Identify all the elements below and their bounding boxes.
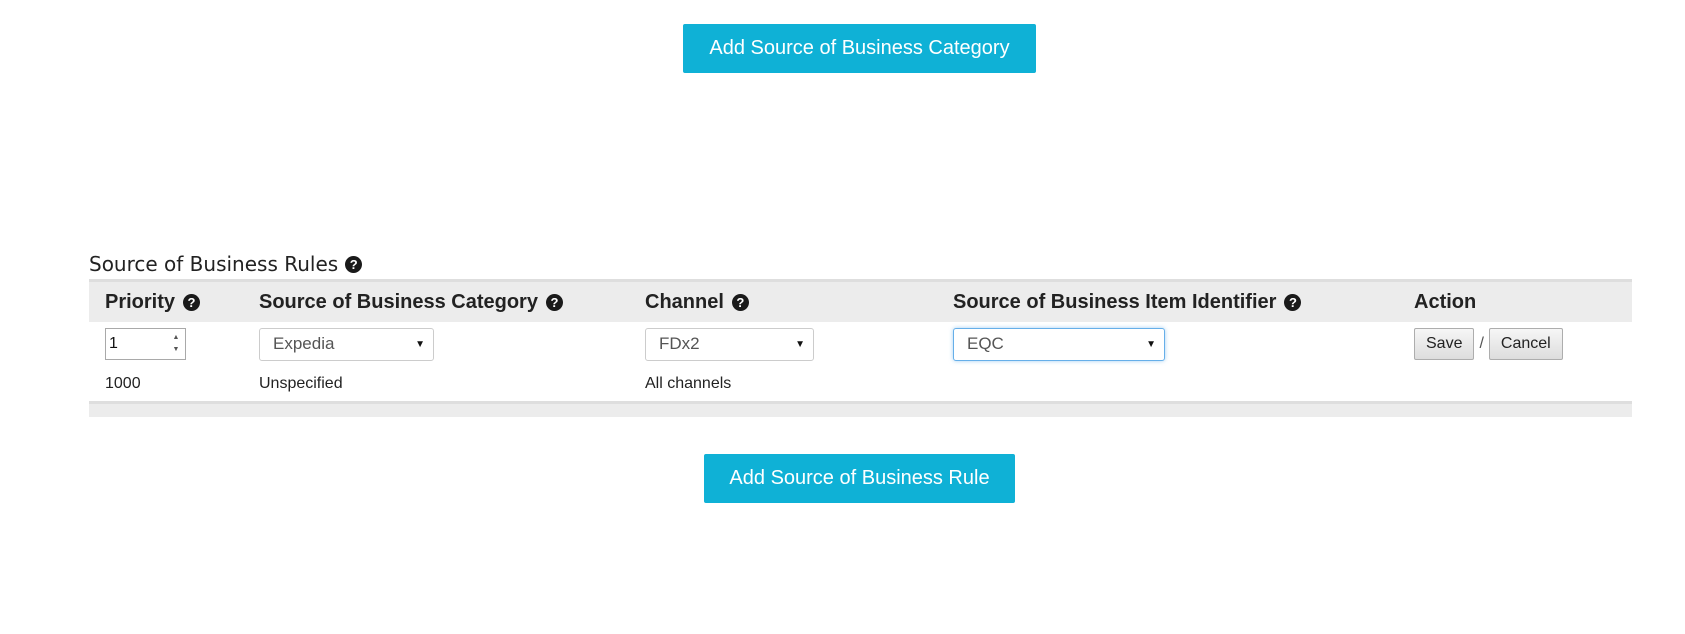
- save-button[interactable]: Save: [1414, 328, 1475, 360]
- header-action: Action: [1414, 282, 1476, 322]
- header-category-label: Source of Business Category: [259, 290, 538, 313]
- table-row: 1000 Unspecified All channels: [89, 366, 1632, 404]
- action-separator: /: [1479, 335, 1484, 352]
- cancel-button[interactable]: Cancel: [1488, 328, 1563, 360]
- header-priority: Priority ?: [105, 282, 201, 322]
- help-icon[interactable]: ?: [1284, 293, 1302, 311]
- help-icon[interactable]: ?: [345, 255, 363, 273]
- priority-number-input[interactable]: 1 ▲ ▼: [105, 328, 186, 360]
- spinner-up-icon[interactable]: ▲: [173, 332, 180, 344]
- table-footer-bar: [89, 404, 1632, 417]
- priority-input-value: 1: [109, 335, 118, 352]
- category-select-value: Expedia: [273, 334, 335, 353]
- caret-down-icon: ▼: [795, 338, 805, 350]
- spinner-arrows-icon[interactable]: ▲ ▼: [170, 332, 182, 356]
- header-priority-label: Priority: [105, 290, 176, 313]
- help-icon[interactable]: ?: [731, 293, 749, 311]
- header-action-label: Action: [1414, 290, 1477, 313]
- spinner-down-icon[interactable]: ▼: [173, 344, 180, 356]
- cell-priority: 1000: [105, 374, 141, 392]
- header-item-identifier-label: Source of Business Item Identifier: [953, 290, 1277, 313]
- header-item-identifier: Source of Business Item Identifier ?: [953, 282, 1302, 322]
- cell-category: Unspecified: [259, 374, 343, 392]
- page: Add Source of Business Category Source o…: [0, 0, 1685, 634]
- category-select[interactable]: Expedia ▼: [259, 327, 434, 361]
- edit-cell-action: Save / Cancel: [1414, 322, 1563, 366]
- section-title-text: Source of Business Rules: [89, 252, 339, 276]
- channel-select[interactable]: FDx2 ▼: [645, 327, 814, 361]
- caret-down-icon: ▼: [415, 338, 425, 350]
- caret-down-icon: ▼: [1146, 338, 1156, 350]
- source-of-business-rules-table: Priority ? Source of Business Category ?…: [89, 279, 1632, 417]
- header-channel-label: Channel: [645, 290, 724, 313]
- help-icon[interactable]: ?: [183, 293, 201, 311]
- item-identifier-select[interactable]: EQC ▼: [953, 327, 1165, 361]
- edit-cell-item-identifier: EQC ▼: [953, 322, 1165, 366]
- table-edit-row: 1 ▲ ▼ Expedia ▼ FDx2 ▼ EQC ▼ Save / Canc…: [89, 322, 1632, 366]
- header-channel: Channel ?: [645, 282, 749, 322]
- add-source-of-business-rule-button[interactable]: Add Source of Business Rule: [704, 454, 1015, 503]
- edit-cell-channel: FDx2 ▼: [645, 322, 814, 366]
- item-identifier-select-value: EQC: [967, 334, 1004, 353]
- channel-select-value: FDx2: [659, 334, 700, 353]
- cell-channel: All channels: [645, 374, 732, 392]
- section-title: Source of Business Rules ?: [89, 252, 363, 276]
- table-header-row: Priority ? Source of Business Category ?…: [89, 279, 1632, 322]
- edit-cell-category: Expedia ▼: [259, 322, 434, 366]
- help-icon[interactable]: ?: [545, 293, 563, 311]
- action-group: Save / Cancel: [1414, 328, 1563, 360]
- edit-cell-priority: 1 ▲ ▼: [105, 322, 186, 366]
- add-source-of-business-category-button[interactable]: Add Source of Business Category: [683, 24, 1036, 73]
- header-category: Source of Business Category ?: [259, 282, 563, 322]
